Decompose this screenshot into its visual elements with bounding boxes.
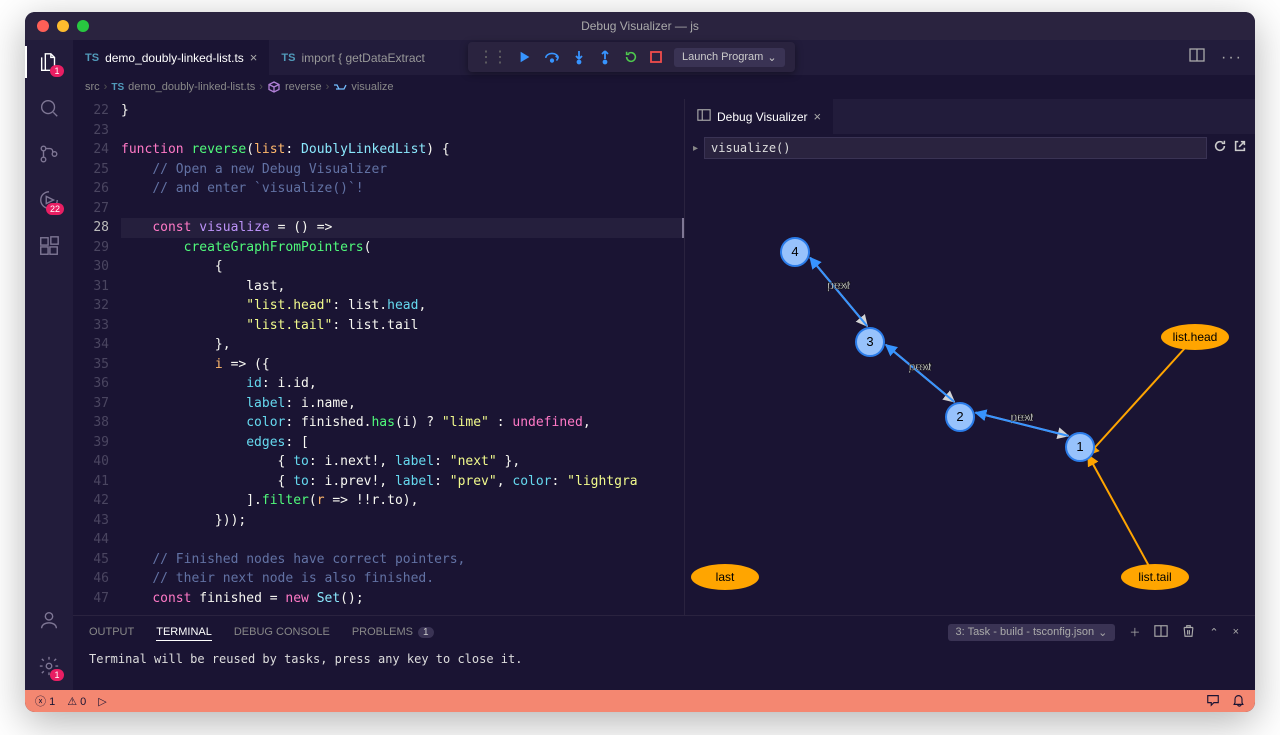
- status-errors[interactable]: ⓧ 1: [35, 693, 55, 709]
- vscode-window: Debug Visualizer — js 1 22: [25, 12, 1255, 712]
- popout-icon[interactable]: [1233, 139, 1247, 158]
- svg-text:next: next: [1011, 410, 1034, 424]
- svg-text:4: 4: [791, 244, 798, 259]
- svg-text:next: next: [909, 359, 932, 373]
- status-bar: ⓧ 1 ⚠ 0 ▷: [25, 690, 1255, 712]
- split-editor-icon[interactable]: [1189, 47, 1205, 68]
- extensions-icon[interactable]: [37, 234, 61, 258]
- window-controls: [25, 20, 89, 32]
- panel-tab-output[interactable]: OUTPUT: [89, 626, 134, 638]
- terminal-select[interactable]: 3: Task - build - tsconfig.json ⌄: [948, 624, 1116, 641]
- terminal-body[interactable]: Terminal will be reused by tasks, press …: [73, 648, 1255, 690]
- settings-gear-icon[interactable]: 1: [37, 654, 61, 678]
- code-content: } function reverse(list: DoublyLinkedLis…: [121, 99, 684, 615]
- line-number-gutter: 2223242526272829303132333435363738394041…: [73, 99, 121, 615]
- step-out-icon[interactable]: [598, 50, 612, 64]
- visualizer-expression-input[interactable]: [704, 137, 1207, 159]
- bottom-panel: OUTPUT TERMINAL DEBUG CONSOLE PROBLEMS1 …: [73, 615, 1255, 690]
- chevron-down-icon: ⌄: [1098, 626, 1107, 639]
- drag-handle-icon[interactable]: ⋮⋮: [478, 47, 506, 67]
- debug-visualizer-pane: Debug Visualizer × ▸ prevnextprevnextpre…: [685, 99, 1255, 615]
- kill-terminal-icon[interactable]: [1182, 624, 1195, 641]
- graph-canvas[interactable]: prevnextprevnextprevnextlist.headlist.ta…: [685, 162, 1255, 615]
- panel-tab-terminal[interactable]: TERMINAL: [156, 626, 212, 641]
- svg-text:1: 1: [1076, 439, 1083, 454]
- continue-icon[interactable]: [518, 50, 532, 64]
- feedback-icon[interactable]: [1206, 693, 1220, 710]
- window-title: Debug Visualizer — js: [581, 19, 699, 33]
- variable-icon: [333, 80, 347, 94]
- tab-import-file[interactable]: TS import { getDataExtract: [269, 40, 436, 75]
- close-window[interactable]: [37, 20, 49, 32]
- debug-toolbar: ⋮⋮ Launch Program ⌄: [468, 42, 795, 72]
- svg-text:2: 2: [956, 409, 963, 424]
- breadcrumb[interactable]: src› TS demo_doubly-linked-list.ts› reve…: [73, 75, 1255, 99]
- titlebar: Debug Visualizer — js: [25, 12, 1255, 40]
- panel-tab-problems[interactable]: PROBLEMS1: [352, 626, 434, 638]
- tab-debug-visualizer[interactable]: Debug Visualizer ×: [685, 99, 833, 134]
- typescript-icon: TS: [281, 52, 295, 64]
- maximize-panel-icon[interactable]: ⌃: [1209, 626, 1218, 639]
- step-over-icon[interactable]: [544, 50, 560, 64]
- chevron-down-icon: ⌄: [767, 51, 776, 64]
- tab-demo-file[interactable]: TS demo_doubly-linked-list.ts ×: [73, 40, 269, 75]
- more-actions-icon[interactable]: ···: [1221, 49, 1243, 67]
- refresh-icon[interactable]: [1213, 139, 1227, 158]
- new-terminal-icon[interactable]: ＋: [1129, 624, 1140, 640]
- method-icon: [267, 80, 281, 94]
- account-icon[interactable]: [37, 608, 61, 632]
- step-into-icon[interactable]: [572, 50, 586, 64]
- activity-bar: 1 22 1: [25, 40, 73, 690]
- search-icon[interactable]: [37, 96, 61, 120]
- svg-text:last: last: [716, 570, 735, 584]
- svg-text:3: 3: [866, 334, 873, 349]
- status-warnings[interactable]: ⚠ 0: [67, 695, 86, 708]
- expand-icon[interactable]: ▸: [693, 143, 698, 154]
- minimize-window[interactable]: [57, 20, 69, 32]
- stop-icon[interactable]: [650, 51, 662, 63]
- preview-icon: [697, 108, 711, 125]
- svg-text:next: next: [827, 278, 850, 292]
- source-control-icon[interactable]: [37, 142, 61, 166]
- svg-text:list.tail: list.tail: [1138, 570, 1171, 584]
- editor-tabs: TS demo_doubly-linked-list.ts × TS impor…: [73, 40, 1255, 75]
- maximize-window[interactable]: [77, 20, 89, 32]
- svg-text:list.head: list.head: [1173, 330, 1218, 344]
- status-run-icon[interactable]: ▷: [98, 695, 106, 708]
- explorer-icon[interactable]: 1: [37, 50, 61, 74]
- restart-icon[interactable]: [624, 50, 638, 64]
- close-icon[interactable]: ×: [814, 109, 822, 124]
- code-editor: 2223242526272829303132333435363738394041…: [73, 99, 685, 615]
- launch-config-select[interactable]: Launch Program ⌄: [674, 48, 785, 67]
- close-panel-icon[interactable]: ×: [1233, 626, 1239, 638]
- bell-icon[interactable]: [1232, 693, 1245, 710]
- typescript-icon: TS: [85, 52, 99, 64]
- debug-icon[interactable]: 22: [37, 188, 61, 212]
- close-icon[interactable]: ×: [250, 50, 258, 65]
- split-terminal-icon[interactable]: [1154, 624, 1168, 641]
- panel-tab-debug-console[interactable]: DEBUG CONSOLE: [234, 626, 330, 638]
